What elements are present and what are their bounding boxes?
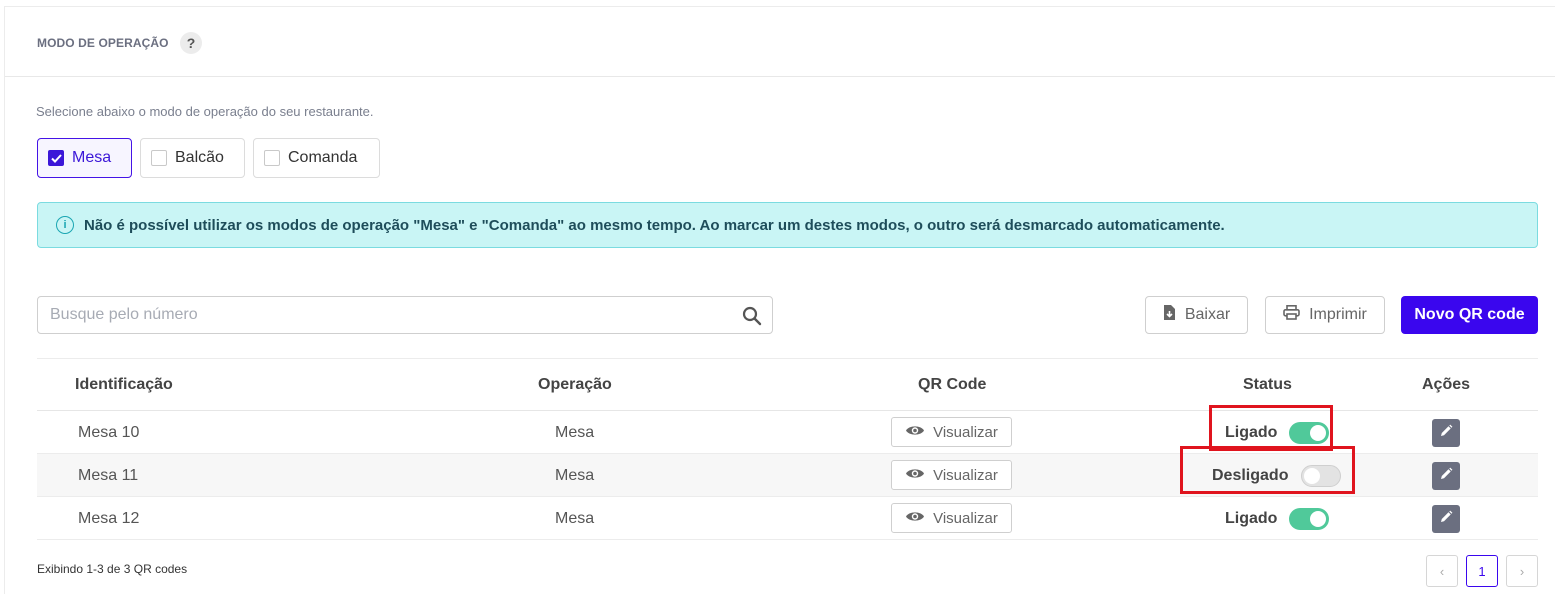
cell-operation: Mesa <box>555 424 595 441</box>
pagination-summary: Exibindo 1-3 de 3 QR codes <box>37 562 188 576</box>
header-actions: Ações <box>1422 376 1471 393</box>
checkbox-icon[interactable] <box>151 150 167 166</box>
cell-identification: Mesa 11 <box>78 467 139 484</box>
header-operation: Operação <box>538 376 612 393</box>
pencil-icon <box>1439 424 1453 443</box>
info-icon: i <box>56 216 74 234</box>
header-qrcode: QR Code <box>918 376 987 393</box>
mode-option-label: Mesa <box>72 149 112 166</box>
view-qrcode-button[interactable]: Visualizar <box>891 417 1012 447</box>
download-icon <box>1163 304 1176 326</box>
info-alert: i Não é possível utilizar os modos de op… <box>37 202 1538 248</box>
checkbox-checked-icon[interactable] <box>48 150 64 166</box>
eye-icon <box>905 510 925 527</box>
status-toggle[interactable] <box>1289 508 1329 530</box>
cell-identification: Mesa 12 <box>78 510 140 527</box>
download-label: Baixar <box>1184 306 1231 323</box>
new-qrcode-button[interactable]: Novo QR code <box>1401 296 1538 334</box>
mode-option-comanda[interactable]: Comanda <box>253 138 380 178</box>
view-label: Visualizar <box>933 509 998 527</box>
header-status: Status <box>1243 376 1292 393</box>
mode-description: Selecione abaixo o modo de operação do s… <box>36 104 374 119</box>
toggle-knob <box>1310 511 1326 527</box>
pencil-icon <box>1439 467 1453 486</box>
cell-operation: Mesa <box>555 467 595 484</box>
highlight-box <box>1180 446 1355 494</box>
printer-icon <box>1283 305 1300 325</box>
prev-page-button[interactable]: ‹ <box>1426 555 1458 587</box>
mode-option-mesa[interactable]: Mesa <box>37 138 132 178</box>
eye-icon <box>905 424 925 441</box>
edit-button[interactable] <box>1432 419 1460 447</box>
cell-operation: Mesa <box>555 510 595 527</box>
section-title: MODO DE OPERAÇÃO <box>37 36 169 50</box>
search-icon[interactable] <box>742 306 762 326</box>
view-qrcode-button[interactable]: Visualizar <box>891 460 1012 490</box>
highlight-box <box>1209 405 1333 451</box>
print-button[interactable]: Imprimir <box>1265 296 1385 334</box>
edit-button[interactable] <box>1432 505 1460 533</box>
status-label: Ligado <box>1225 510 1278 527</box>
help-icon[interactable]: ? <box>180 32 202 54</box>
pencil-icon <box>1439 510 1453 529</box>
view-label: Visualizar <box>933 466 998 484</box>
view-label: Visualizar <box>933 423 998 441</box>
edit-button[interactable] <box>1432 462 1460 490</box>
search-input[interactable] <box>37 296 773 334</box>
alert-text: Não é possível utilizar os modos de oper… <box>84 216 1225 234</box>
header-identification: Identificação <box>75 376 173 393</box>
table-header: Identificação Operação QR Code Status Aç… <box>37 359 1538 411</box>
eye-icon <box>905 467 925 484</box>
download-button[interactable]: Baixar <box>1145 296 1248 334</box>
mode-option-label: Comanda <box>288 149 358 166</box>
next-page-button[interactable]: › <box>1506 555 1538 587</box>
cell-identification: Mesa 10 <box>78 424 140 441</box>
mode-option-label: Balcão <box>175 149 224 166</box>
section-header: MODO DE OPERAÇÃO ? <box>5 7 1555 77</box>
view-qrcode-button[interactable]: Visualizar <box>891 503 1012 533</box>
mode-option-balcao[interactable]: Balcão <box>140 138 245 178</box>
print-label: Imprimir <box>1309 306 1367 323</box>
table-row: Mesa 12 Mesa Visualizar Ligado <box>37 497 1538 540</box>
page-button[interactable]: 1 <box>1466 555 1498 587</box>
checkbox-icon[interactable] <box>264 150 280 166</box>
